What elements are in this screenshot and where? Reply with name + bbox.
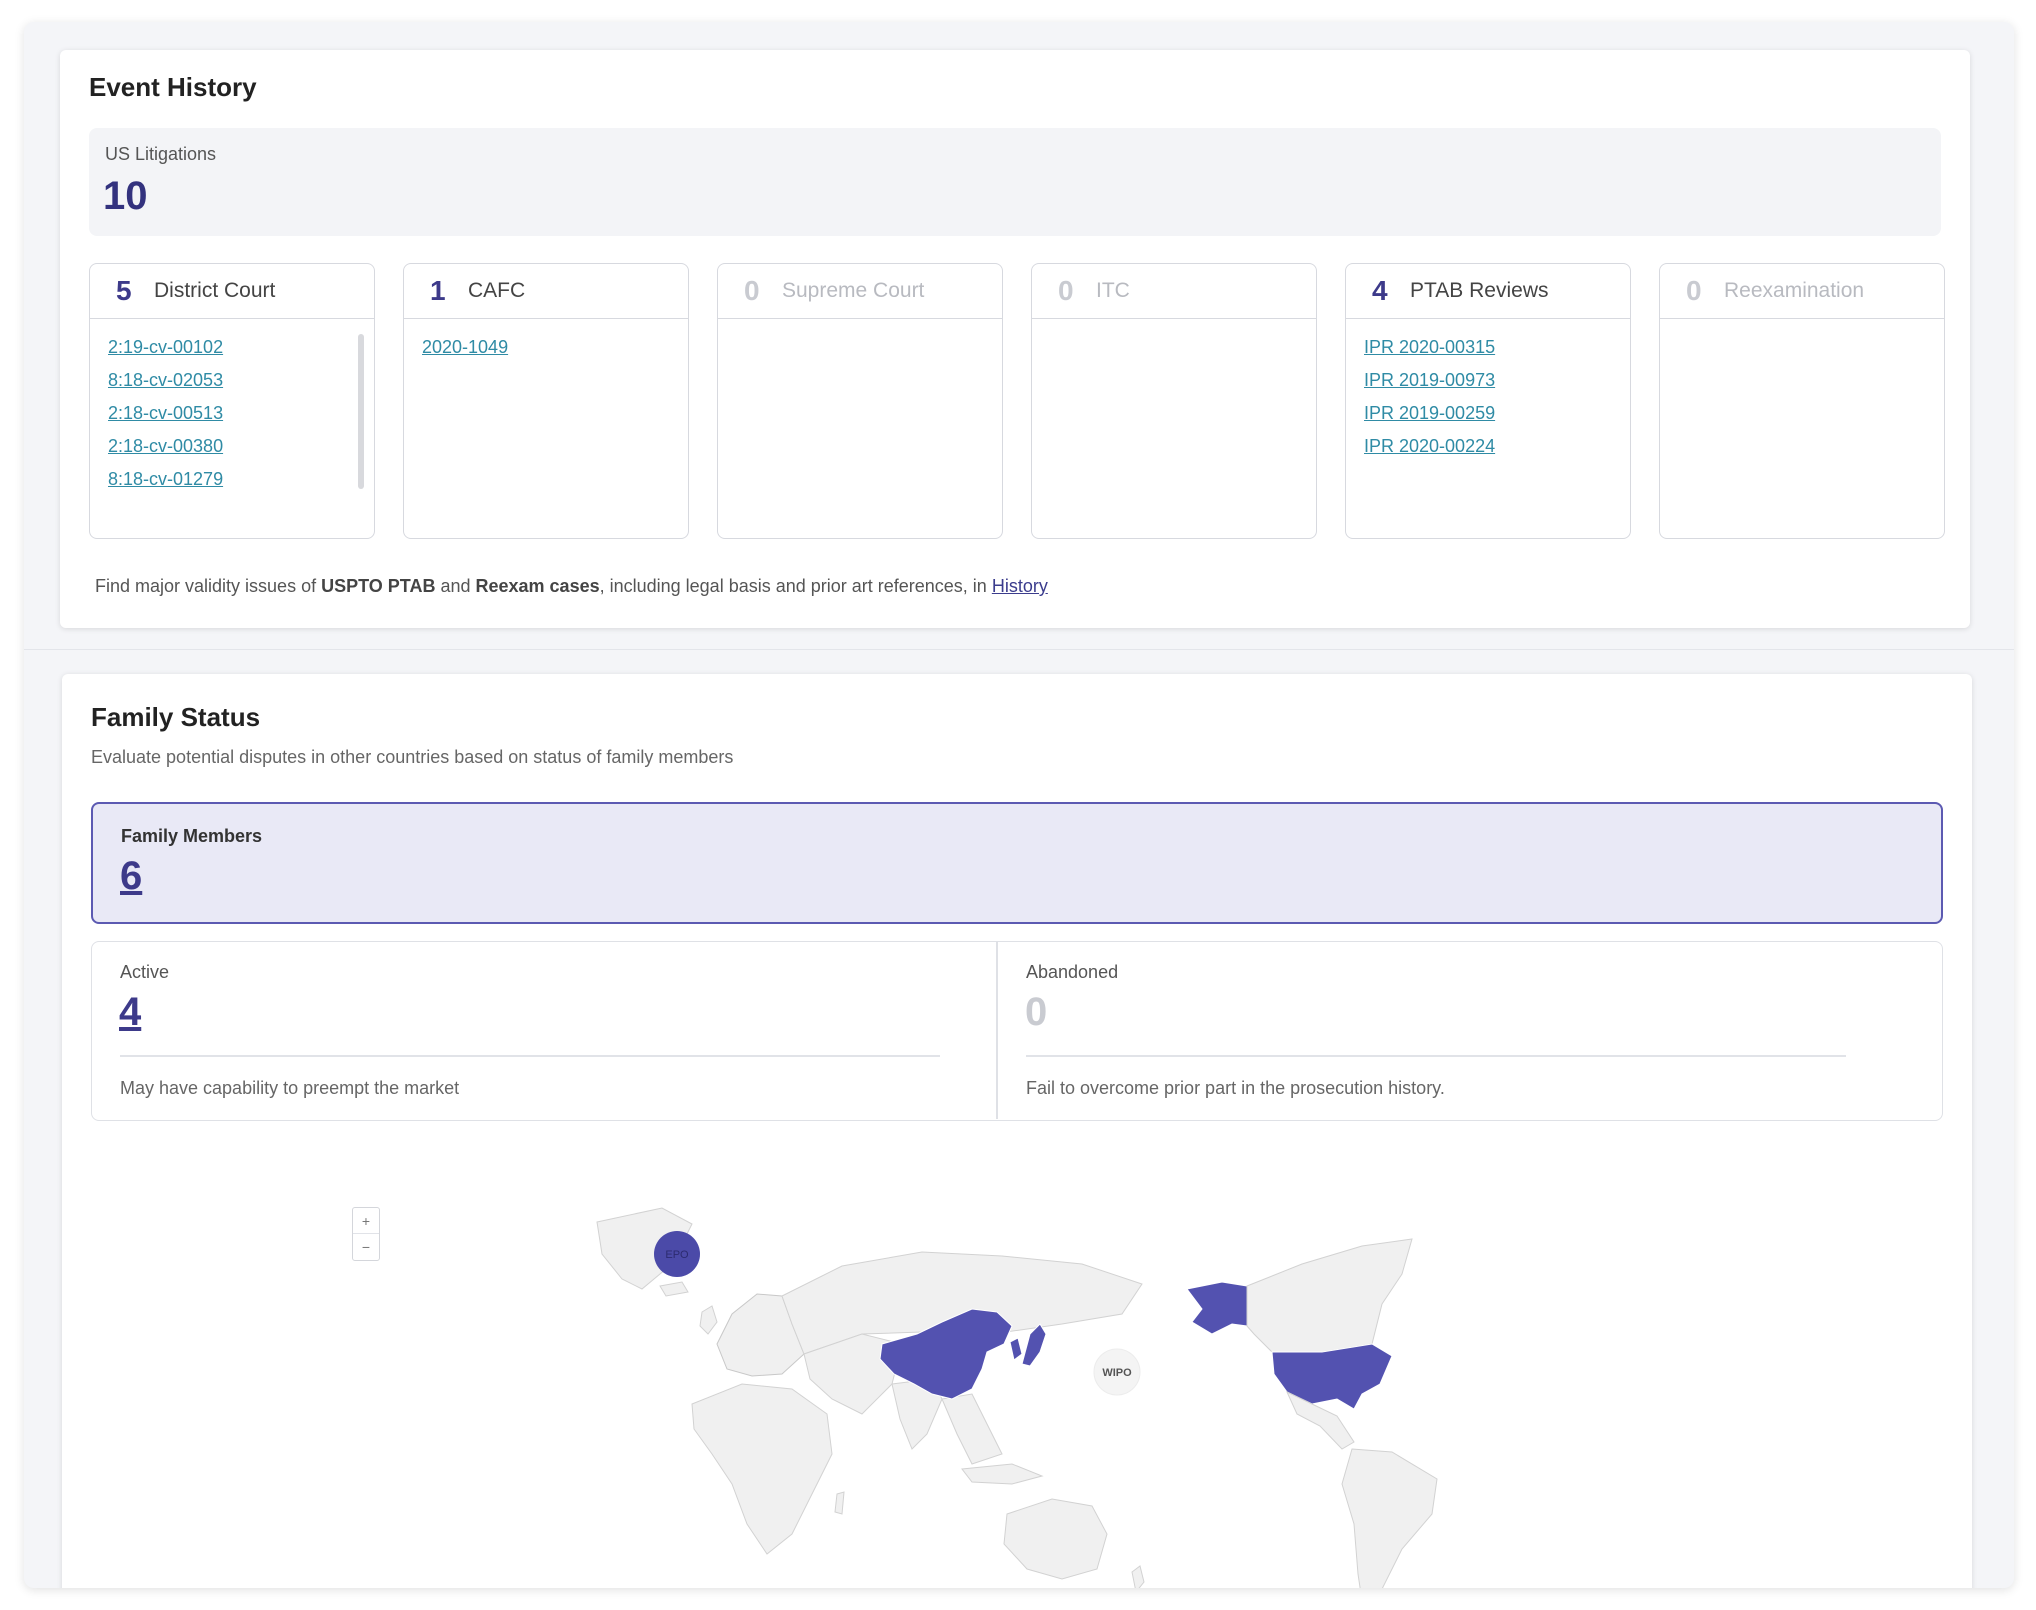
active-count[interactable]: 4 <box>119 990 141 1035</box>
court-type-count: 0 <box>1686 275 1702 306</box>
map-land-indonesia[interactable] <box>961 1463 1044 1485</box>
case-link[interactable]: 2:18-cv-00380 <box>108 430 374 463</box>
family-members-box[interactable]: Family Members 6 <box>91 802 1943 924</box>
page-frame: Event History US Litigations 10 5 Distri… <box>24 22 2014 1588</box>
court-type-count: 1 <box>430 275 446 306</box>
case-link[interactable]: 2:19-cv-00102 <box>108 331 374 364</box>
zoom-in-button[interactable]: + <box>353 1208 379 1234</box>
map-zoom-control: + − <box>352 1207 380 1261</box>
court-type-itc: 0 ITC <box>1031 263 1317 539</box>
abandoned-label: Abandoned <box>1026 962 1119 982</box>
map-land-madagascar[interactable] <box>834 1491 845 1515</box>
map-land-new-zealand[interactable] <box>1131 1565 1145 1588</box>
map-land-uk[interactable] <box>699 1305 718 1335</box>
zoom-out-button[interactable]: − <box>353 1234 379 1260</box>
court-type-header: 4 PTAB Reviews <box>1346 264 1630 319</box>
court-type-header: 0 Supreme Court <box>718 264 1002 319</box>
active-description: May have capability to preempt the marke… <box>120 1078 460 1098</box>
map-land-southeast-asia[interactable] <box>941 1393 1003 1465</box>
case-list: 2020-1049 <box>404 319 688 364</box>
active-label: Active <box>120 962 170 982</box>
map-land-africa[interactable] <box>691 1383 833 1555</box>
world-map[interactable]: EPO WIPO <box>542 1194 1592 1588</box>
court-type-name: District Court <box>154 279 276 302</box>
status-breakdown: Active 4 May have capability to preempt … <box>91 941 1943 1121</box>
note-bold-reexam: Reexam cases <box>475 576 600 596</box>
case-link[interactable]: 8:18-cv-02053 <box>108 364 374 397</box>
case-link[interactable]: 2020-1049 <box>422 331 688 364</box>
event-history-title: Event History <box>89 72 257 102</box>
us-litigations-label: US Litigations <box>105 144 217 164</box>
case-list-scrollbar[interactable] <box>358 334 364 489</box>
history-note: Find major validity issues of USPTO PTAB… <box>95 576 1048 597</box>
case-list: 2:19-cv-00102 8:18-cv-02053 2:18-cv-0051… <box>90 319 374 496</box>
case-link[interactable]: 8:18-cv-01279 <box>108 463 374 496</box>
note-bold-ptab: USPTO PTAB <box>321 576 436 596</box>
court-type-reexamination: 0 Reexamination <box>1659 263 1945 539</box>
abandoned-status: Abandoned 0 Fail to overcome prior part … <box>998 942 1902 1119</box>
active-divider <box>120 1055 940 1057</box>
map-land-iceland[interactable] <box>659 1281 689 1297</box>
family-status-subtitle: Evaluate potential disputes in other cou… <box>91 747 734 767</box>
court-type-header: 0 ITC <box>1032 264 1316 319</box>
family-members-count[interactable]: 6 <box>120 854 142 899</box>
note-text: and <box>435 576 476 596</box>
case-link[interactable]: IPR 2020-00315 <box>1364 331 1630 364</box>
family-status-title: Family Status <box>91 702 261 732</box>
map-land-south-america[interactable] <box>1341 1448 1438 1588</box>
court-type-supreme-court: 0 Supreme Court <box>717 263 1003 539</box>
court-type-count: 0 <box>1058 275 1074 306</box>
court-type-name: Supreme Court <box>782 279 925 302</box>
note-text: Find major validity issues of <box>95 576 322 596</box>
court-type-count: 0 <box>744 275 760 306</box>
active-status: Active 4 May have capability to preempt … <box>92 942 996 1119</box>
note-text: , including legal basis and prior art re… <box>599 576 992 596</box>
abandoned-count: 0 <box>1025 990 1048 1034</box>
section-divider <box>24 649 2014 650</box>
court-type-name: ITC <box>1096 279 1130 302</box>
case-list: IPR 2020-00315 IPR 2019-00973 IPR 2019-0… <box>1346 319 1630 463</box>
wipo-marker-label: WIPO <box>1102 1367 1132 1379</box>
abandoned-description: Fail to overcome prior part in the prose… <box>1026 1078 1445 1098</box>
epo-marker-label: EPO <box>665 1249 689 1261</box>
court-type-name: CAFC <box>468 279 526 302</box>
court-type-count: 4 <box>1372 275 1388 306</box>
abandoned-divider <box>1026 1055 1846 1057</box>
map-land-australia[interactable] <box>1003 1498 1108 1580</box>
case-link[interactable]: 2:18-cv-00513 <box>108 397 374 430</box>
history-link[interactable]: History <box>992 576 1048 596</box>
family-members-label: Family Members <box>121 826 263 846</box>
family-status-card: Family Status Evaluate potential dispute… <box>62 674 1972 1588</box>
case-link[interactable]: IPR 2019-00259 <box>1364 397 1630 430</box>
us-litigations-count: 10 <box>103 174 148 218</box>
map-land-japan[interactable] <box>1021 1323 1047 1367</box>
us-litigations-summary: US Litigations 10 <box>89 128 1941 236</box>
court-type-district-court: 5 District Court 2:19-cv-00102 8:18-cv-0… <box>89 263 375 539</box>
case-link[interactable]: IPR 2019-00973 <box>1364 364 1630 397</box>
court-type-name: Reexamination <box>1724 279 1865 302</box>
court-type-name: PTAB Reviews <box>1410 279 1549 302</box>
court-type-cafc: 1 CAFC 2020-1049 <box>403 263 689 539</box>
map-land-korea[interactable] <box>1009 1337 1023 1361</box>
case-link[interactable]: IPR 2020-00224 <box>1364 430 1630 463</box>
court-type-count: 5 <box>116 275 132 306</box>
court-type-header: 0 Reexamination <box>1660 264 1944 319</box>
map-land-canada[interactable] <box>1246 1238 1413 1353</box>
court-type-header: 5 District Court <box>90 264 374 319</box>
event-history-card: Event History US Litigations 10 5 Distri… <box>60 50 1970 628</box>
court-type-header: 1 CAFC <box>404 264 688 319</box>
map-land-alaska[interactable] <box>1186 1281 1248 1335</box>
court-type-ptab-reviews: 4 PTAB Reviews IPR 2020-00315 IPR 2019-0… <box>1345 263 1631 539</box>
